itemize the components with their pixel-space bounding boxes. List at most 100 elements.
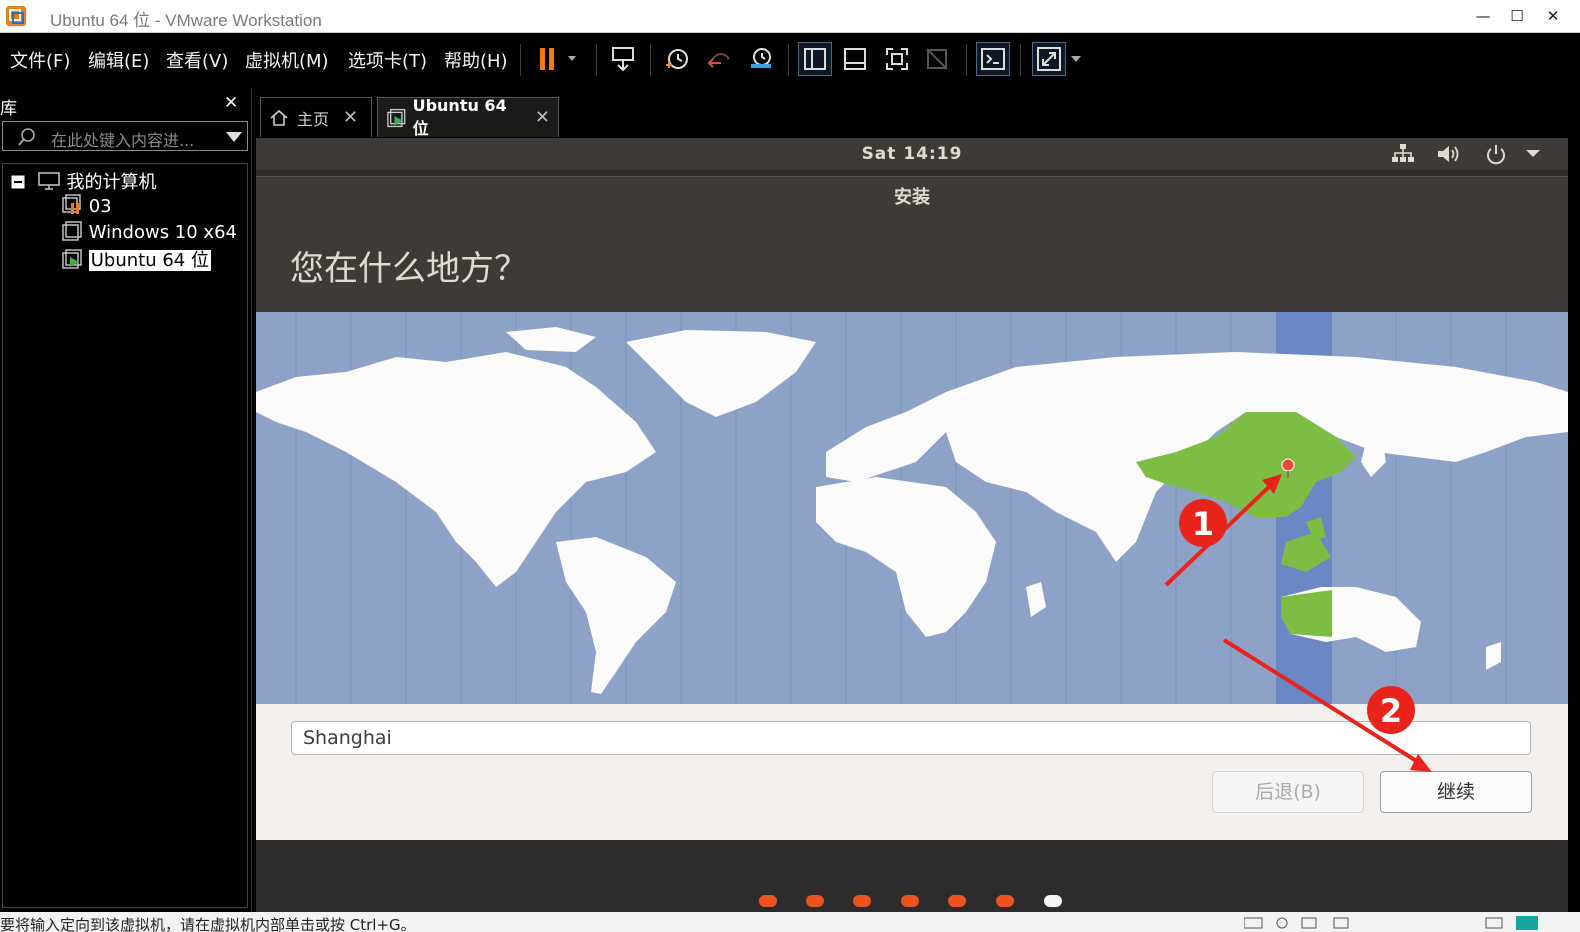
- library-close-button[interactable]: ✕: [224, 93, 238, 113]
- vm-paused-icon: [62, 194, 81, 214]
- tray-power[interactable]: [1484, 142, 1508, 166]
- collapse-icon[interactable]: [11, 175, 25, 189]
- menu-view[interactable]: 查看(V): [166, 47, 228, 73]
- tree-item-ubuntu[interactable]: Ubuntu 64 位: [61, 246, 211, 272]
- timezone-map[interactable]: [256, 312, 1568, 704]
- progress-dot-current: [1044, 895, 1062, 907]
- tree-label-windows-10: Windows 10 x64: [88, 222, 237, 243]
- pause-icon: [540, 48, 576, 70]
- dropdown-icon: [1526, 150, 1540, 157]
- tree-item-windows-10[interactable]: Windows 10 x64: [61, 220, 237, 243]
- fullscreen-dropdown[interactable]: [1066, 42, 1086, 76]
- tray-network[interactable]: [1390, 142, 1416, 166]
- toolbar-separator: [788, 44, 789, 76]
- tab-home-label: 主页: [297, 109, 330, 129]
- clock[interactable]: Sat 14:19: [256, 144, 1568, 164]
- toolbar-separator: [966, 44, 967, 76]
- title-bar: Ubuntu 64 位 - VMware Workstation — ☐ ✕: [0, 0, 1580, 33]
- continue-button[interactable]: 继续: [1380, 771, 1532, 813]
- toolbar-separator: [650, 44, 651, 76]
- tray-volume[interactable]: [1436, 142, 1464, 166]
- maximize-button[interactable]: ☐: [1500, 4, 1534, 28]
- ubuntu-top-bar: Sat 14:19: [256, 138, 1568, 170]
- dropdown-arrow-icon[interactable]: [225, 131, 243, 143]
- pause-button[interactable]: [530, 42, 580, 76]
- installer-question: 您在什么地方？: [290, 249, 528, 289]
- search-icon: [18, 128, 35, 146]
- menu-edit[interactable]: 编辑(E): [88, 47, 149, 73]
- timezone-input[interactable]: Shanghai: [291, 721, 1531, 755]
- snapshot-manager-icon: [751, 48, 771, 68]
- progress-dot: [853, 895, 871, 907]
- menu-toolbar-bar: 文件(F) 编辑(E) 查看(V) 虚拟机(M) 选项卡(T) 帮助(H): [0, 34, 1580, 86]
- library-title: 库: [0, 99, 17, 119]
- home-icon: [270, 109, 288, 126]
- thumbnail-bar-button[interactable]: [838, 42, 872, 76]
- installer-header: 安装 您在什么地方？: [256, 177, 1568, 312]
- close-button[interactable]: ✕: [1536, 4, 1570, 28]
- thumbnail-icon: [844, 48, 866, 70]
- tab-bar: 主页 ✕ Ubuntu 64 位 ✕: [256, 88, 1568, 138]
- console-view-button[interactable]: [976, 42, 1010, 76]
- snapshot-manager-button[interactable]: [744, 42, 778, 76]
- menu-tabs[interactable]: 选项卡(T): [348, 47, 427, 73]
- tree-label-my-computer: 我的计算机: [66, 172, 157, 193]
- show-library-button[interactable]: [798, 42, 832, 76]
- tab-ubuntu-label: Ubuntu 64 位: [412, 96, 507, 138]
- vm-display[interactable]: Sat 14:19 安装 您在什么地方？ Shanghai 后退(B) 继续: [256, 138, 1568, 912]
- back-button[interactable]: 后退(B): [1212, 771, 1364, 813]
- fullscreen-icon: [1037, 47, 1061, 71]
- toolbar-separator: [596, 44, 597, 76]
- chevron-down-icon: [1071, 56, 1081, 62]
- tree-item-vm-03[interactable]: 03: [61, 194, 112, 217]
- unity-icon: [926, 48, 948, 70]
- network-icon: [1392, 144, 1414, 162]
- minimize-button[interactable]: —: [1466, 4, 1500, 28]
- library-search-input[interactable]: 在此处键入内容进...: [2, 121, 248, 151]
- vmware-logo-icon: [6, 6, 26, 26]
- menu-file[interactable]: 文件(F): [10, 47, 70, 73]
- world-map[interactable]: [256, 312, 1568, 704]
- search-placeholder: 在此处键入内容进...: [51, 131, 195, 150]
- vm-running-icon: [387, 108, 406, 127]
- status-bar: 要将输入定向到该虚拟机，请在虚拟机内部单击或按 Ctrl+G。: [0, 912, 1580, 932]
- revert-snapshot-icon: [707, 53, 730, 68]
- progress-dot: [806, 895, 824, 907]
- progress-dot: [948, 895, 966, 907]
- toolbar-separator: [520, 44, 521, 76]
- unity-button[interactable]: [920, 42, 954, 76]
- vm-icon: [62, 221, 82, 241]
- volume-icon: [1438, 146, 1459, 162]
- window-title: Ubuntu 64 位 - VMware Workstation: [50, 11, 322, 30]
- computer-icon: [37, 172, 60, 190]
- progress-dot: [759, 895, 777, 907]
- fit-guest-button[interactable]: [880, 42, 914, 76]
- installer-window: 安装 您在什么地方？ Shanghai 后退(B) 继续: [256, 176, 1568, 840]
- menu-vm[interactable]: 虚拟机(M): [245, 47, 329, 73]
- tab-home[interactable]: 主页 ✕: [260, 97, 372, 137]
- fullscreen-button[interactable]: [1032, 42, 1066, 76]
- progress-dot: [901, 895, 919, 907]
- progress-dots: [256, 895, 1568, 909]
- tab-home-close-icon[interactable]: ✕: [343, 107, 358, 128]
- library-panel: 库 ✕ 在此处键入内容进... 我的计算机 03 Windows 10 x64 …: [0, 88, 252, 912]
- send-ctrl-alt-del-button[interactable]: [606, 42, 640, 76]
- tree-node-my-computer[interactable]: 我的计算机: [11, 168, 156, 194]
- tree-label-03: 03: [88, 196, 112, 217]
- progress-dot: [996, 895, 1014, 907]
- tab-ubuntu-close-icon[interactable]: ✕: [535, 107, 550, 128]
- installer-title: 安装: [894, 187, 930, 208]
- snapshot-button[interactable]: [660, 42, 694, 76]
- show-library-icon: [804, 48, 826, 70]
- toolbar-separator: [1020, 44, 1021, 76]
- tray-menu[interactable]: [1524, 142, 1542, 166]
- tab-ubuntu[interactable]: Ubuntu 64 位 ✕: [377, 96, 559, 138]
- console-icon: [981, 48, 1005, 70]
- tree-label-ubuntu: Ubuntu 64 位: [88, 250, 211, 271]
- vm-running-icon: [62, 249, 82, 269]
- revert-snapshot-button[interactable]: [702, 42, 736, 76]
- device-status-icons[interactable]: [1244, 916, 1564, 930]
- library-tree: 我的计算机 03 Windows 10 x64 Ubuntu 64 位: [2, 163, 248, 908]
- menu-help[interactable]: 帮助(H): [444, 47, 508, 73]
- status-text: 要将输入定向到该虚拟机，请在虚拟机内部单击或按 Ctrl+G。: [0, 916, 416, 932]
